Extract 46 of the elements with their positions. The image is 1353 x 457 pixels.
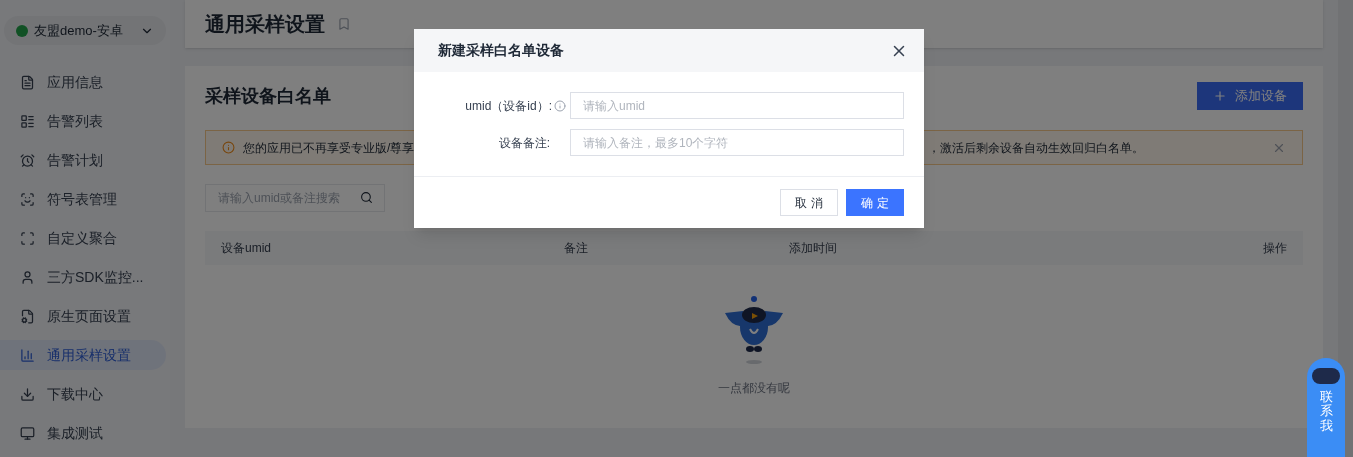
contact-label: 联系我 bbox=[1319, 390, 1333, 433]
column-header: 设备umid bbox=[221, 240, 272, 257]
column-header: 备注 bbox=[564, 240, 589, 257]
bookmark-icon bbox=[337, 17, 351, 31]
sidebar-item[interactable]: 自定义聚合 bbox=[0, 223, 166, 253]
sidebar-item[interactable]: 三方SDK监控... bbox=[0, 262, 166, 292]
sidebar-item[interactable]: 原生页面设置 bbox=[0, 301, 166, 331]
plus-icon bbox=[1213, 89, 1227, 103]
column-header: 操作 bbox=[1263, 240, 1287, 257]
document-icon bbox=[20, 74, 35, 90]
page-settings-icon bbox=[20, 308, 35, 324]
bar-chart-icon bbox=[20, 347, 35, 363]
field-label: umid（设备id）: bbox=[465, 97, 552, 115]
mascot-drawing bbox=[723, 295, 785, 365]
sidebar-item[interactable]: 应用信息 bbox=[0, 67, 166, 97]
sidebar-item[interactable]: 符号表管理 bbox=[0, 184, 166, 214]
search-icon bbox=[360, 191, 373, 204]
sidebar-item[interactable]: 告警列表 bbox=[0, 106, 166, 136]
alert-text: ，激活后剩余设备自动生效回归白名单。 bbox=[928, 139, 1144, 157]
alert-text: 您的应用已不再享受专业版/尊享 bbox=[243, 139, 415, 157]
input-field[interactable]: 请输入备注，最多10个字符 bbox=[570, 129, 904, 156]
scan-icon bbox=[20, 230, 35, 246]
monitor-icon bbox=[20, 425, 35, 441]
confirm-button[interactable]: 确 定 bbox=[846, 189, 904, 216]
user-icon bbox=[20, 269, 35, 285]
contact-widget[interactable]: 联系我 bbox=[1307, 358, 1345, 457]
target-icon bbox=[20, 191, 35, 207]
dialog-title: 新建采样白名单设备 bbox=[438, 41, 564, 60]
sidebar-item[interactable]: 集成测试 bbox=[0, 418, 166, 448]
sidebar-item[interactable]: 下载中心 bbox=[0, 379, 166, 409]
empty-text: 一点都没有呢 bbox=[718, 380, 790, 397]
info-icon bbox=[554, 99, 566, 112]
sidebar-item[interactable]: 通用采样设置 bbox=[0, 340, 166, 370]
column-header: 添加时间 bbox=[789, 240, 838, 257]
section-title: 采样设备白名单 bbox=[205, 84, 331, 108]
download-icon bbox=[20, 386, 35, 402]
page-title: 通用采样设置 bbox=[205, 12, 325, 37]
alarm-icon bbox=[20, 152, 35, 168]
add-device-button[interactable]: 添加设备 bbox=[1197, 82, 1303, 110]
list-icon bbox=[20, 113, 35, 129]
cancel-button[interactable]: 取 消 bbox=[780, 189, 838, 216]
sidebar-item[interactable]: 告警计划 bbox=[0, 145, 166, 175]
app-selector[interactable]: 友盟demo-安卓 bbox=[4, 16, 166, 45]
field-label: 设备备注: bbox=[498, 134, 550, 152]
input-field[interactable]: 请输入umid bbox=[570, 92, 904, 119]
warning-icon bbox=[222, 141, 235, 154]
